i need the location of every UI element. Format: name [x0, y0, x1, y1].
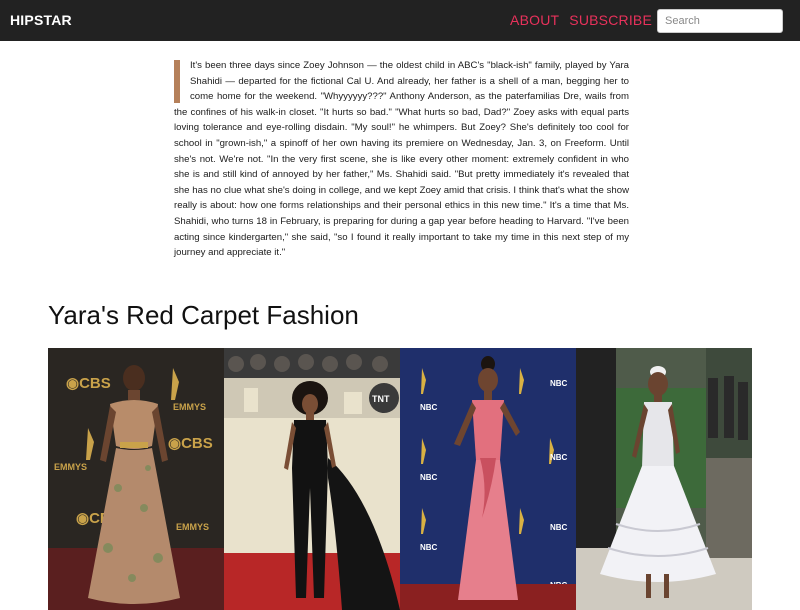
- article-body: It's been three days since Zoey Johnson …: [174, 58, 629, 261]
- search-input[interactable]: [657, 9, 783, 33]
- svg-text:TNT: TNT: [372, 394, 390, 404]
- gallery-photo-1[interactable]: ◉CBS ◉CBS ◉CBS EMMYS EMMYS EMMYS: [48, 348, 224, 610]
- svg-text:◉CBS: ◉CBS: [168, 435, 213, 452]
- dropcap-accent: [174, 60, 180, 103]
- nav-link-about[interactable]: ABOUT: [510, 12, 559, 28]
- photo-black-jumpsuit: TNT: [224, 348, 400, 610]
- photo-pink-halter-gown: NBCNBCNBC NBCNBCNBC NBC: [400, 348, 576, 610]
- svg-text:NBC: NBC: [550, 523, 568, 532]
- brand-logo[interactable]: HIPSTAR: [10, 12, 72, 28]
- top-navbar: HIPSTAR ABOUT SUBSCRIBE: [0, 0, 800, 41]
- svg-text:NBC: NBC: [420, 403, 438, 412]
- svg-text:NBC: NBC: [420, 473, 438, 482]
- gallery-photo-4[interactable]: [576, 348, 752, 610]
- svg-text:◉CBS: ◉CBS: [66, 375, 111, 392]
- article-text: It's been three days since Zoey Johnson …: [174, 60, 629, 259]
- gallery-photo-3[interactable]: NBCNBCNBC NBCNBCNBC NBC: [400, 348, 576, 610]
- svg-text:EMMYS: EMMYS: [173, 402, 206, 412]
- photo-emmys-beaded-gown: ◉CBS ◉CBS ◉CBS EMMYS EMMYS EMMYS: [48, 348, 224, 610]
- svg-text:EMMYS: EMMYS: [54, 462, 87, 472]
- nav-links: ABOUT SUBSCRIBE: [510, 12, 652, 28]
- svg-text:NBC: NBC: [550, 379, 568, 388]
- fashion-gallery: ◉CBS ◉CBS ◉CBS EMMYS EMMYS EMMYS TNT NBC…: [48, 348, 752, 610]
- nav-link-subscribe[interactable]: SUBSCRIBE: [569, 12, 652, 28]
- svg-text:NBC: NBC: [420, 543, 438, 552]
- gallery-title: Yara's Red Carpet Fashion: [48, 300, 359, 330]
- svg-text:NBC: NBC: [550, 453, 568, 462]
- gallery-photo-2[interactable]: TNT: [224, 348, 400, 610]
- svg-text:EMMYS: EMMYS: [176, 522, 209, 532]
- photo-white-tiered-dress: [576, 348, 752, 610]
